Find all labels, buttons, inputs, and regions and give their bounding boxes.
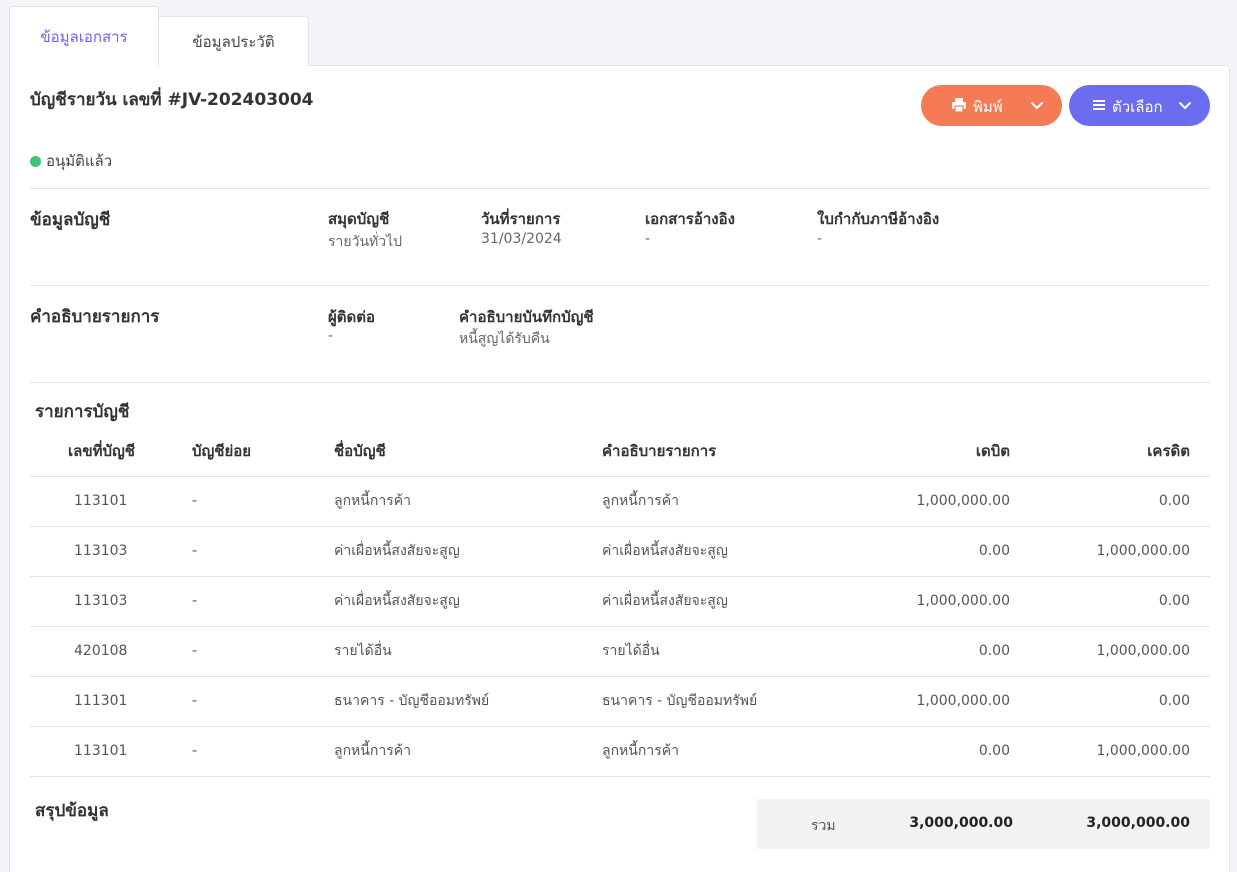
cell-account-no: 113103 xyxy=(30,526,164,577)
printer-icon xyxy=(952,98,966,113)
cell-account-name: ธนาคาร - บัญชีออมทรัพย์ xyxy=(306,676,578,727)
print-button-label: พิมพ์ xyxy=(973,98,1003,116)
entries-table: เลขที่บัญชี บัญชีย่อย ชื่อบัญชี คำอธิบาย… xyxy=(30,426,1210,777)
table-row: 113103 - ค่าเผื่อหนี้สงสัยจะสูญ ค่าเผื่อ… xyxy=(30,576,1210,627)
status-text: อนุมัติแล้ว xyxy=(46,152,113,170)
cell-sub-account: - xyxy=(164,526,306,577)
tab-document-info[interactable]: ข้อมูลเอกสาร xyxy=(9,6,159,66)
table-row: 113101 - ลูกหนี้การค้า ลูกหนี้การค้า 1,0… xyxy=(30,476,1210,527)
cell-credit: 1,000,000.00 xyxy=(1010,726,1210,777)
cell-account-name: ลูกหนี้การค้า xyxy=(306,476,578,527)
divider xyxy=(30,285,1210,286)
cell-account-no: 113101 xyxy=(30,476,164,527)
col-account-name: ชื่อบัญชี xyxy=(306,426,578,477)
cell-account-name: รายได้อื่น xyxy=(306,626,578,677)
cell-description: ธนาคาร - บัญชีออมทรัพย์ xyxy=(578,676,828,727)
cell-debit: 1,000,000.00 xyxy=(828,476,1010,527)
tab-history[interactable]: ข้อมูลประวัติ xyxy=(158,16,309,66)
cell-account-name: ค่าเผื่อหนี้สงสัยจะสูญ xyxy=(306,526,578,577)
cell-sub-account: - xyxy=(164,626,306,677)
cell-description: รายได้อื่น xyxy=(578,626,828,677)
total-label: รวม xyxy=(811,818,836,834)
cell-debit: 1,000,000.00 xyxy=(828,676,1010,727)
chevron-down-icon xyxy=(1031,102,1043,109)
summary-total-row: รวม 3,000,000.00 3,000,000.00 xyxy=(757,799,1210,849)
col-credit: เครดิต xyxy=(1010,426,1210,477)
options-button-label: ตัวเลือก xyxy=(1112,98,1163,116)
document-card: บัญชีรายวัน เลขที่ #JV-202403004 พิมพ์ ต… xyxy=(9,65,1230,872)
journal-book-value: รายวันทั่วไป xyxy=(328,234,403,250)
transaction-date-label: วันที่รายการ xyxy=(481,210,561,228)
transaction-date-value: 31/03/2024 xyxy=(481,231,562,247)
chevron-down-icon xyxy=(1179,102,1191,109)
cell-sub-account: - xyxy=(164,476,306,527)
reference-doc-value: - xyxy=(645,231,651,247)
contact-label: ผู้ติดต่อ xyxy=(328,308,376,326)
cell-account-name: ลูกหนี้การค้า xyxy=(306,726,578,777)
cell-account-no: 420108 xyxy=(30,626,164,677)
col-account-no: เลขที่บัญชี xyxy=(30,426,164,477)
table-row: 113103 - ค่าเผื่อหนี้สงสัยจะสูญ ค่าเผื่อ… xyxy=(30,526,1210,577)
account-info-title: ข้อมูลบัญชี xyxy=(30,210,111,230)
journal-description-label: คำอธิบายบันทึกบัญชี xyxy=(459,308,594,326)
total-credit: 3,000,000.00 xyxy=(1086,815,1190,831)
col-description: คำอธิบายรายการ xyxy=(578,426,828,477)
col-sub-account: บัญชีย่อย xyxy=(164,426,306,477)
cell-debit: 0.00 xyxy=(828,626,1010,677)
options-button[interactable]: ตัวเลือก xyxy=(1069,85,1210,126)
table-row: 113101 - ลูกหนี้การค้า ลูกหนี้การค้า 0.0… xyxy=(30,726,1210,777)
contact-value: - xyxy=(328,328,334,344)
total-debit: 3,000,000.00 xyxy=(909,815,1013,831)
cell-debit: 0.00 xyxy=(828,526,1010,577)
table-header-row: เลขที่บัญชี บัญชีย่อย ชื่อบัญชี คำอธิบาย… xyxy=(30,426,1210,477)
cell-sub-account: - xyxy=(164,726,306,777)
divider xyxy=(30,382,1210,383)
cell-credit: 1,000,000.00 xyxy=(1010,626,1210,677)
cell-description: ค่าเผื่อหนี้สงสัยจะสูญ xyxy=(578,526,828,577)
tab-label: ข้อมูลประวัติ xyxy=(192,32,275,51)
cell-description: ค่าเผื่อหนี้สงสัยจะสูญ xyxy=(578,576,828,627)
status-dot-icon xyxy=(30,155,41,167)
table-row: 420108 - รายได้อื่น รายได้อื่น 0.00 1,00… xyxy=(30,626,1210,677)
table-row: 111301 - ธนาคาร - บัญชีออมทรัพย์ ธนาคาร … xyxy=(30,676,1210,727)
journal-book-label: สมุดบัญชี xyxy=(328,210,390,228)
menu-icon xyxy=(1093,100,1105,110)
summary-title: สรุปข้อมูล xyxy=(35,801,109,821)
reference-tax-invoice-label: ใบกำกับภาษีอ้างอิง xyxy=(817,210,940,228)
divider xyxy=(30,188,1210,189)
tab-label: ข้อมูลเอกสาร xyxy=(40,27,128,46)
col-debit: เดบิต xyxy=(828,426,1010,477)
page-title: บัญชีรายวัน เลขที่ #JV-202403004 xyxy=(30,90,314,110)
cell-description: ลูกหนี้การค้า xyxy=(578,476,828,527)
cell-credit: 1,000,000.00 xyxy=(1010,526,1210,577)
reference-tax-invoice-value: - xyxy=(817,231,823,247)
cell-credit: 0.00 xyxy=(1010,476,1210,527)
cell-credit: 0.00 xyxy=(1010,676,1210,727)
cell-account-no: 113101 xyxy=(30,726,164,777)
cell-debit: 1,000,000.00 xyxy=(828,576,1010,627)
cell-sub-account: - xyxy=(164,576,306,627)
cell-sub-account: - xyxy=(164,676,306,727)
cell-debit: 0.00 xyxy=(828,726,1010,777)
description-info-title: คำอธิบายรายการ xyxy=(30,307,160,327)
cell-account-no: 113103 xyxy=(30,576,164,627)
print-button[interactable]: พิมพ์ xyxy=(921,85,1062,126)
cell-credit: 0.00 xyxy=(1010,576,1210,627)
cell-description: ลูกหนี้การค้า xyxy=(578,726,828,777)
reference-doc-label: เอกสารอ้างอิง xyxy=(645,210,735,228)
status-badge: อนุมัติแล้ว xyxy=(30,149,112,173)
cell-account-name: ค่าเผื่อหนี้สงสัยจะสูญ xyxy=(306,576,578,627)
journal-description-value: หนี้สูญได้รับคืน xyxy=(459,331,550,347)
entries-title: รายการบัญชี xyxy=(35,402,130,422)
cell-account-no: 111301 xyxy=(30,676,164,727)
